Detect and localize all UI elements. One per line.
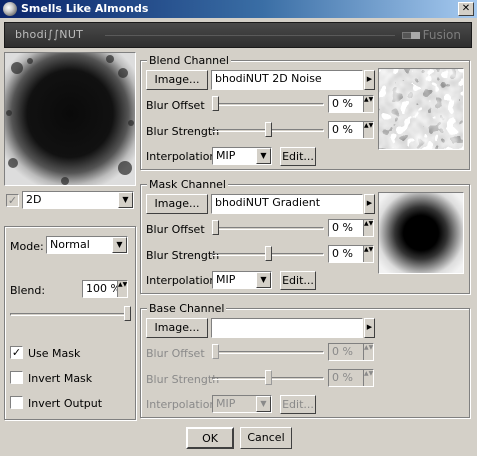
dimension-dropdown[interactable]: 2D ▼ (22, 191, 134, 209)
blend-channel-title: Blend Channel (147, 54, 231, 67)
close-button[interactable]: ✕ (458, 2, 474, 16)
blend-interpolation-dropdown[interactable]: MIP ▼ (212, 147, 272, 165)
title-bar: Smells Like Almonds ✕ (0, 0, 477, 18)
app-icon (3, 2, 17, 16)
blend-field[interactable]: 100 % ▲▼ (82, 280, 128, 298)
invert-mask-label: Invert Mask (28, 372, 93, 385)
blend-slider[interactable] (10, 305, 131, 323)
layer-options-panel (4, 226, 136, 420)
spin-arrows-icon[interactable]: ▲▼ (363, 122, 373, 138)
mask-blur-offset-field[interactable]: 0 % ▲▼ (328, 219, 374, 237)
base-blur-strength-slider[interactable] (212, 369, 324, 387)
blend-blur-offset-label: Blur Offset (146, 99, 205, 112)
invert-output-label: Invert Output (28, 397, 103, 410)
mask-blur-strength-slider[interactable] (212, 245, 324, 263)
spin-arrows-icon[interactable]: ▲▼ (363, 246, 373, 262)
chevron-down-icon[interactable]: ▼ (118, 192, 133, 208)
gradient-preview-thumbnail (378, 192, 464, 274)
mode-label: Mode: (10, 240, 44, 253)
spin-arrows-icon[interactable]: ▲▼ (117, 281, 127, 297)
bhodinut-logo: bhodi∫∫NUT (15, 28, 84, 41)
base-interpolation-dropdown[interactable]: MIP ▼ (212, 395, 272, 413)
chevron-down-icon[interactable]: ▼ (256, 148, 271, 164)
spin-arrows-icon[interactable]: ▲▼ (363, 344, 373, 360)
base-blur-offset-slider[interactable] (212, 343, 324, 361)
mask-shader-menu-icon[interactable]: ▶ (364, 194, 375, 214)
base-blur-offset-label: Blur Offset (146, 347, 205, 360)
base-blur-offset-field[interactable]: 0 % ▲▼ (328, 343, 374, 361)
chevron-down-icon[interactable]: ▼ (112, 237, 127, 253)
blend-interpolation-label: Interpolation (146, 150, 217, 163)
base-blur-strength-field[interactable]: 0 % ▲▼ (328, 369, 374, 387)
product-name: Fusion (422, 28, 461, 42)
mode-dropdown[interactable]: Normal ▼ (46, 236, 128, 254)
slider-thumb[interactable] (124, 306, 131, 321)
preview-canvas (5, 53, 135, 185)
window-title: Smells Like Almonds (21, 2, 149, 15)
preview-enable-checkbox[interactable]: ✓ (6, 194, 19, 207)
spin-arrows-icon[interactable]: ▲▼ (363, 220, 373, 236)
base-blur-strength-label: Blur Strength (146, 373, 220, 386)
base-edit-button[interactable]: Edit... (280, 395, 316, 414)
preview-image (4, 52, 136, 186)
dimension-value: 2D (26, 193, 42, 206)
blend-blur-offset-slider[interactable] (212, 95, 324, 113)
blend-blur-offset-field[interactable]: 0 % ▲▼ (328, 95, 374, 113)
base-image-button[interactable]: Image... (146, 318, 208, 338)
ok-button[interactable]: OK (186, 427, 234, 449)
mask-shader-field[interactable]: bhodiNUT Gradient (211, 194, 363, 214)
blend-image-button[interactable]: Image... (146, 70, 208, 90)
mask-interpolation-label: Interpolation (146, 274, 217, 287)
blend-value: 100 % (86, 282, 121, 295)
banner-divider (105, 35, 395, 36)
mask-blur-strength-label: Blur Strength (146, 249, 220, 262)
blend-blur-strength-slider[interactable] (212, 121, 324, 139)
blend-blur-strength-field[interactable]: 0 % ▲▼ (328, 121, 374, 139)
chevron-down-icon[interactable]: ▼ (256, 396, 271, 412)
mask-channel-title: Mask Channel (147, 178, 228, 191)
base-shader-field[interactable] (211, 318, 363, 338)
base-channel-title: Base Channel (147, 302, 227, 315)
cancel-button[interactable]: Cancel (240, 427, 292, 449)
spin-arrows-icon[interactable]: ▲▼ (363, 96, 373, 112)
mask-image-button[interactable]: Image... (146, 194, 208, 214)
blend-shader-field[interactable]: bhodiNUT 2D Noise (211, 70, 363, 90)
mask-blur-offset-slider[interactable] (212, 219, 324, 237)
spin-arrows-icon[interactable]: ▲▼ (363, 370, 373, 386)
blend-edit-button[interactable]: Edit... (280, 147, 316, 166)
mask-blur-offset-label: Blur Offset (146, 223, 205, 236)
mode-value: Normal (50, 238, 90, 251)
chevron-down-icon[interactable]: ▼ (256, 272, 271, 288)
noise-preview-thumbnail (378, 68, 464, 150)
base-shader-menu-icon[interactable]: ▶ (364, 318, 375, 338)
base-interpolation-label: Interpolation (146, 398, 217, 411)
invert-output-checkbox[interactable] (10, 396, 23, 409)
invert-mask-checkbox[interactable] (10, 371, 23, 384)
mask-blur-strength-field[interactable]: 0 % ▲▼ (328, 245, 374, 263)
mask-interpolation-dropdown[interactable]: MIP ▼ (212, 271, 272, 289)
blend-shader-menu-icon[interactable]: ▶ (364, 70, 375, 90)
blend-label: Blend: (10, 284, 46, 297)
use-mask-label: Use Mask (28, 347, 81, 360)
use-mask-checkbox[interactable]: ✓ (10, 346, 23, 359)
blend-blur-strength-label: Blur Strength (146, 125, 220, 138)
banner: bhodi∫∫NUT Fusion (4, 22, 472, 48)
mask-edit-button[interactable]: Edit... (280, 271, 316, 290)
